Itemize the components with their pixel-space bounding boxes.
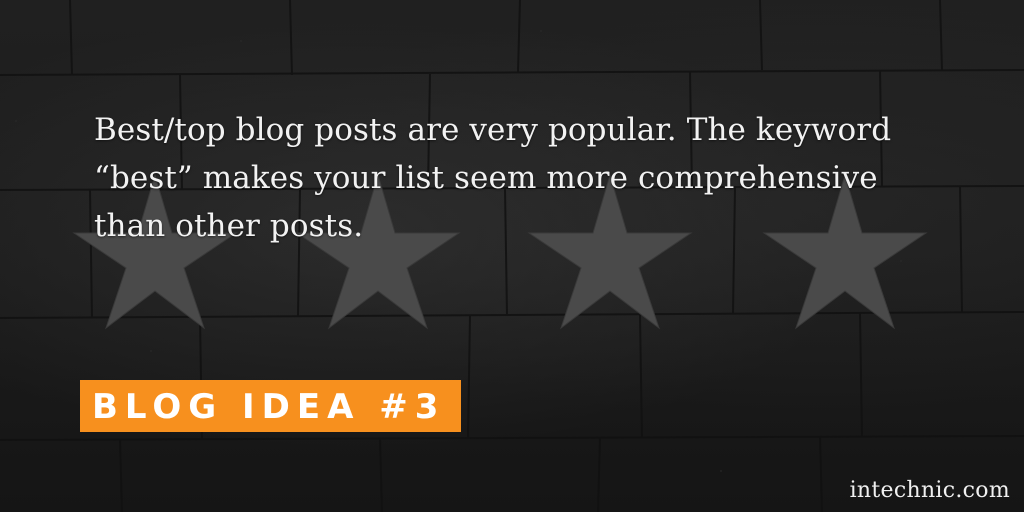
- blog-idea-badge: BLOG IDEA #3: [80, 380, 462, 432]
- graphic-canvas: Best/top blog posts are very popular. Th…: [0, 0, 1024, 512]
- rating-stars-decoration: [72, 173, 928, 330]
- headline-line-3: than other posts.: [94, 208, 364, 244]
- headline-line-2: “best” makes your list seem more compreh…: [94, 160, 878, 196]
- headline-text: Best/top blog posts are very popular. Th…: [94, 106, 954, 250]
- headline-line-1: Best/top blog posts are very popular. Th…: [94, 112, 892, 148]
- site-domain: intechnic.com: [849, 478, 1010, 503]
